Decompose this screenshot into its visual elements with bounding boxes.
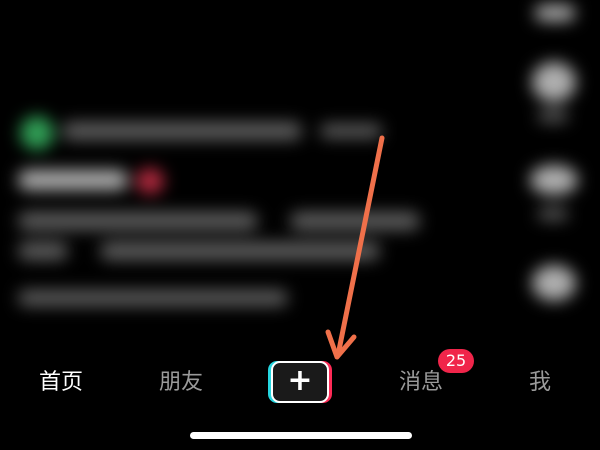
app-screen: 首页 朋友 + 消息 25 我 [0, 0, 600, 450]
blurred-comment-count [538, 208, 568, 220]
create-button[interactable]: + [268, 361, 332, 403]
blurred-video-content [0, 0, 600, 340]
blurred-text-line-2 [18, 212, 258, 230]
blurred-like-icon [532, 62, 576, 102]
blurred-top-right-item [535, 5, 575, 21]
blurred-text-line-4 [18, 290, 288, 306]
bottom-tab-bar: 首页 朋友 + 消息 25 我 [0, 348, 600, 418]
home-indicator[interactable] [190, 432, 412, 439]
tab-messages[interactable]: 消息 [390, 368, 452, 398]
blurred-red-tag [136, 168, 164, 194]
blurred-share-icon [532, 265, 576, 301]
blurred-text-line-1b [320, 124, 382, 138]
blurred-like-count [538, 110, 568, 122]
blurred-comment-icon [530, 165, 578, 195]
tab-home[interactable]: 首页 [30, 368, 92, 398]
plus-icon: + [287, 363, 313, 398]
blurred-text-line-1 [62, 122, 302, 140]
blurred-text-line-2b [290, 212, 420, 230]
tab-me[interactable]: 我 [520, 368, 560, 398]
blurred-text-line-3 [18, 242, 68, 260]
tab-friends[interactable]: 朋友 [150, 368, 212, 398]
blurred-green-avatar [20, 116, 54, 150]
blurred-username [18, 170, 128, 190]
blurred-text-line-3b [100, 242, 380, 260]
messages-badge: 25 [438, 349, 474, 373]
